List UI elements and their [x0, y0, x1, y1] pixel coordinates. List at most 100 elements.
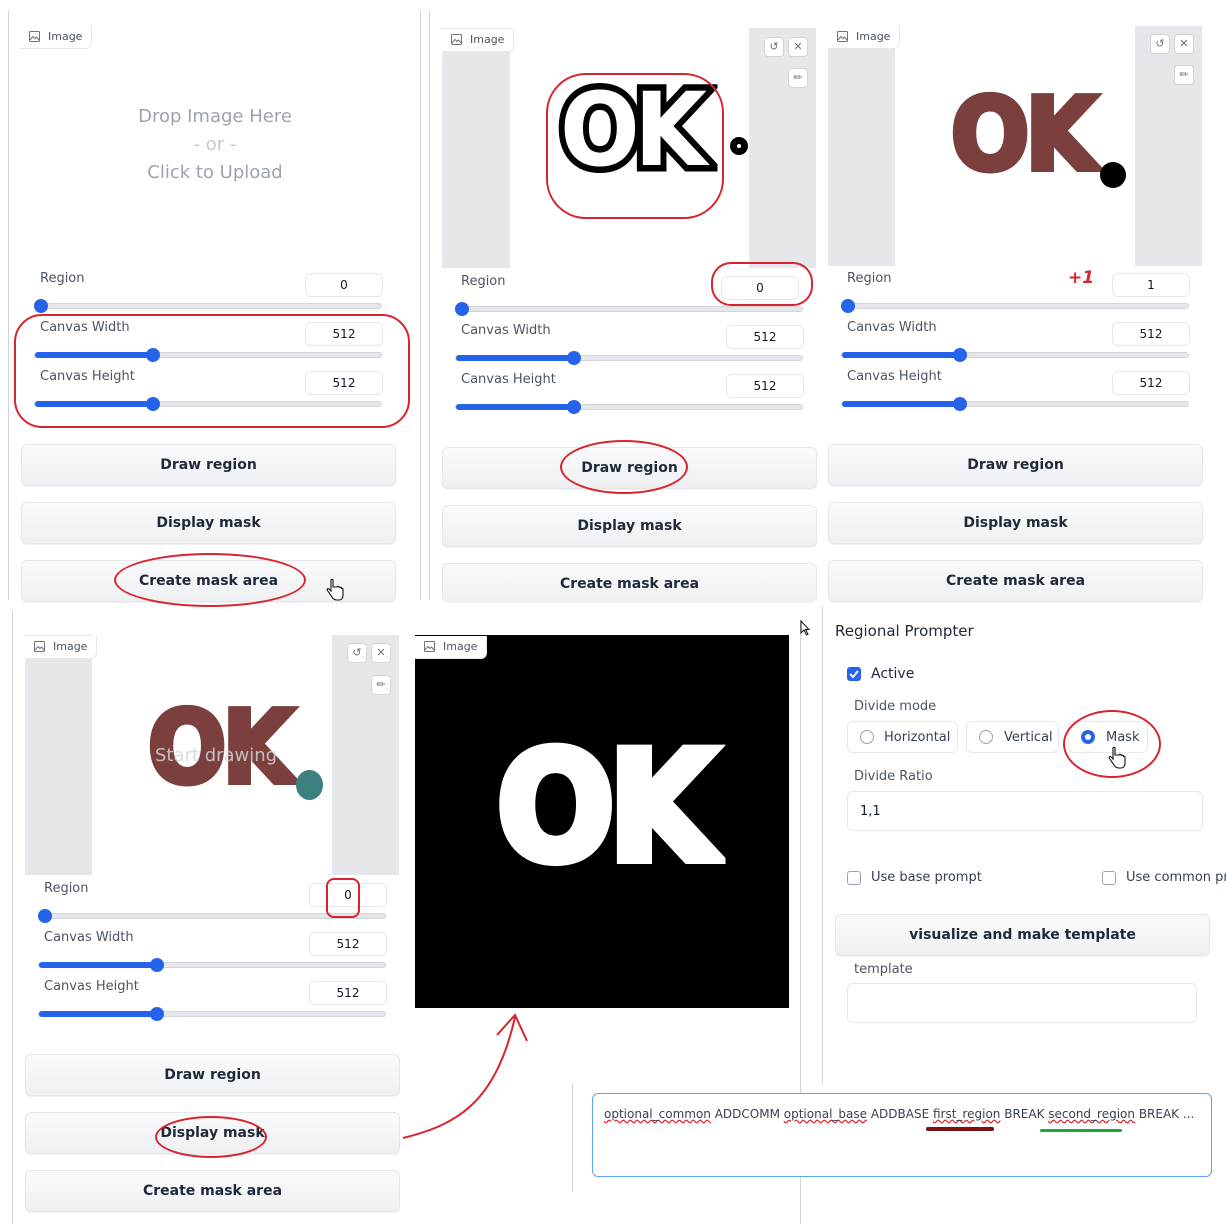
- canvas-width-slider[interactable]: [841, 348, 1189, 362]
- region-slider[interactable]: [841, 299, 1189, 313]
- canvas-height-input[interactable]: 512: [726, 374, 804, 398]
- prompt-second-region: second_region: [1048, 1107, 1135, 1121]
- canvas-width-slider[interactable]: [455, 351, 803, 365]
- sketch-canvas[interactable]: OK Start drawing: [92, 635, 332, 875]
- canvas-width-label: Canvas Width: [847, 320, 937, 335]
- upload-dropzone[interactable]: Drop Image Here - or - Click to Upload: [20, 30, 410, 260]
- draw-region-button[interactable]: Draw region: [25, 1054, 400, 1096]
- clear-button[interactable]: ✕: [788, 37, 808, 57]
- mask-preview: OK: [415, 635, 789, 1008]
- slider-thumb[interactable]: [145, 348, 160, 362]
- clear-button[interactable]: ✕: [1174, 34, 1194, 54]
- slider-thumb[interactable]: [455, 302, 469, 316]
- brush-button[interactable]: ✏: [1174, 65, 1194, 85]
- canvas-height-slider[interactable]: [38, 1007, 386, 1021]
- image-label-text: Image: [443, 640, 478, 653]
- mask-ok-shape: OK: [492, 718, 720, 898]
- canvas-width-input[interactable]: 512: [726, 325, 804, 349]
- canvas-height-slider[interactable]: [841, 397, 1189, 411]
- canvas-width-slider[interactable]: [34, 348, 382, 362]
- active-checkbox[interactable]: [847, 667, 861, 681]
- canvas-height-slider[interactable]: [455, 400, 803, 414]
- canvas-padding-right: [749, 28, 816, 268]
- slider-thumb[interactable]: [145, 397, 160, 411]
- slider-thumb[interactable]: [566, 400, 581, 414]
- visualize-template-button[interactable]: visualize and make template: [835, 914, 1210, 956]
- display-mask-button[interactable]: Display mask: [442, 505, 817, 547]
- canvas-width-label: Canvas Width: [461, 323, 551, 338]
- canvas-height-slider[interactable]: [34, 397, 382, 411]
- radio-label: Horizontal: [884, 730, 951, 745]
- display-mask-button[interactable]: Display mask: [828, 502, 1203, 544]
- canvas-height-label: Canvas Height: [847, 369, 942, 384]
- use-base-prompt-label: Use base prompt: [871, 870, 982, 885]
- prompt-addbase: ADDBASE: [867, 1107, 933, 1121]
- draw-region-button[interactable]: Draw region: [21, 444, 396, 486]
- prompt-break: BREAK: [1000, 1107, 1049, 1121]
- use-base-prompt-checkbox[interactable]: [847, 871, 861, 885]
- canvas-height-input[interactable]: 512: [1112, 371, 1190, 395]
- use-common-prompt-checkbox[interactable]: [1102, 871, 1116, 885]
- create-mask-area-button[interactable]: Create mask area: [828, 560, 1203, 602]
- regional-prompter-title[interactable]: Regional Prompter: [835, 622, 974, 640]
- prompt-addcomm: ADDCOMM: [710, 1107, 784, 1121]
- prompt-textarea[interactable]: optional_common ADDCOMM optional_base AD…: [592, 1093, 1212, 1177]
- sketch-canvas[interactable]: OK: [510, 28, 749, 268]
- canvas-height-input[interactable]: 512: [309, 981, 387, 1005]
- divide-mode-vertical[interactable]: Vertical: [966, 721, 1059, 753]
- region-slider[interactable]: [455, 302, 803, 316]
- create-mask-area-button[interactable]: Create mask area: [25, 1170, 400, 1212]
- radio-dot: [860, 730, 874, 744]
- slider-thumb[interactable]: [149, 958, 164, 972]
- image-icon: [29, 31, 40, 42]
- checkmark-icon: [849, 670, 859, 679]
- canvas-height-input[interactable]: 512: [305, 371, 383, 395]
- undo-button[interactable]: ↺: [764, 37, 784, 57]
- slider-thumb[interactable]: [38, 909, 52, 923]
- template-input[interactable]: [847, 983, 1197, 1023]
- region-slider[interactable]: [38, 909, 386, 923]
- slider-thumb[interactable]: [841, 299, 855, 313]
- undo-button[interactable]: ↺: [1150, 34, 1170, 54]
- slider-thumb[interactable]: [566, 351, 581, 365]
- canvas-width-input[interactable]: 512: [305, 322, 383, 346]
- radio-dot: [979, 730, 993, 744]
- draw-region-button[interactable]: Draw region: [828, 444, 1203, 486]
- region-slider[interactable]: [34, 299, 382, 313]
- brush-button[interactable]: ✏: [788, 68, 808, 88]
- canvas-height-label: Canvas Height: [40, 369, 135, 384]
- region-number-input[interactable]: 1: [1112, 273, 1190, 297]
- divider: [12, 610, 13, 1224]
- slider-thumb[interactable]: [952, 348, 967, 362]
- region-number-input[interactable]: 0: [721, 276, 799, 300]
- prompt-text: optional_common ADDCOMM optional_base AD…: [604, 1107, 1194, 1121]
- canvas-width-slider[interactable]: [38, 958, 386, 972]
- use-common-prompt-label: Use common pro: [1126, 870, 1226, 885]
- region-label: Region: [847, 271, 892, 286]
- slider-thumb[interactable]: [952, 397, 967, 411]
- display-mask-button[interactable]: Display mask: [25, 1112, 400, 1154]
- create-mask-area-button[interactable]: Create mask area: [442, 563, 817, 602]
- radio-label: Vertical: [1004, 730, 1053, 745]
- brush-button[interactable]: ✏: [371, 675, 391, 695]
- region-number-input[interactable]: 0: [309, 883, 387, 907]
- slider-thumb[interactable]: [34, 299, 48, 313]
- clear-button[interactable]: ✕: [371, 643, 391, 663]
- undo-button[interactable]: ↺: [347, 643, 367, 663]
- image-label: Image: [828, 26, 901, 49]
- drop-image-text: Drop Image Here: [138, 106, 292, 127]
- arrow-cursor-icon: [800, 620, 810, 636]
- display-mask-button[interactable]: Display mask: [21, 502, 396, 544]
- sketch-canvas[interactable]: OK: [895, 26, 1135, 266]
- divide-ratio-input[interactable]: 1,1: [847, 791, 1203, 831]
- canvas-width-input[interactable]: 512: [309, 932, 387, 956]
- region-number-input[interactable]: 0: [305, 273, 383, 297]
- draw-region-button[interactable]: Draw region: [442, 447, 817, 489]
- canvas-width-input[interactable]: 512: [1112, 322, 1190, 346]
- divider: [420, 10, 421, 600]
- slider-thumb[interactable]: [149, 1007, 164, 1021]
- divide-mode-horizontal[interactable]: Horizontal: [847, 721, 958, 753]
- annotation-underline-green: [1040, 1129, 1122, 1132]
- hand-cursor-icon: [326, 578, 344, 601]
- divider: [572, 1084, 573, 1192]
